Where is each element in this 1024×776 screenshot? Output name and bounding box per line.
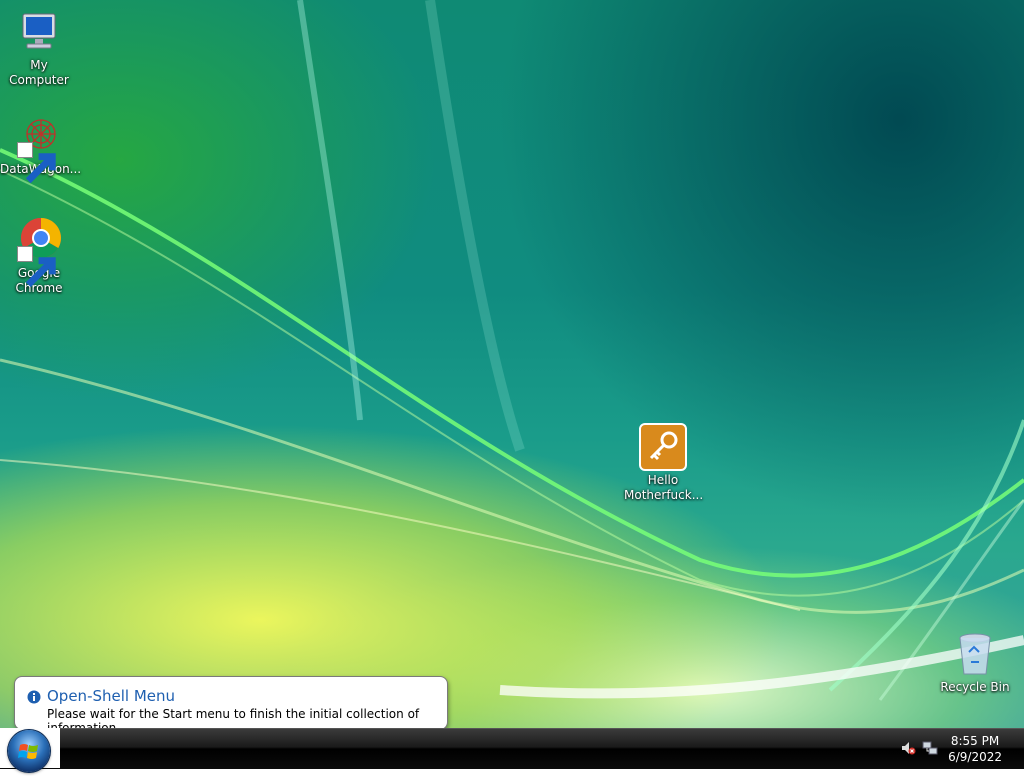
- desktop-icon-google-chrome[interactable]: Google Chrome: [0, 216, 78, 296]
- start-button[interactable]: [0, 728, 60, 772]
- volume-muted-icon[interactable]: [900, 740, 916, 756]
- clock[interactable]: 8:55 PM 6/9/2022: [948, 733, 1002, 765]
- datawagon-icon: [15, 112, 63, 184]
- recycle-bin-icon: [951, 630, 999, 678]
- network-icon[interactable]: [922, 740, 938, 756]
- taskbar: [0, 728, 1024, 769]
- notification-balloon[interactable]: Open-Shell Menu Please wait for the Star…: [14, 676, 448, 735]
- notification-title: Open-Shell Menu: [47, 687, 176, 705]
- clock-time: 8:55 PM: [950, 734, 1000, 748]
- key-icon: [639, 423, 687, 471]
- desktop-icon-datawagon[interactable]: DataWagon...: [0, 112, 81, 184]
- desktop-icon-label: My Computer: [9, 58, 69, 87]
- shortcut-arrow-icon: [17, 246, 56, 288]
- clock-date: 6/9/2022: [948, 750, 1002, 764]
- desktop-icon-label: Recycle Bin: [940, 680, 1010, 694]
- info-icon: [27, 689, 41, 704]
- desktop-icon-my-computer[interactable]: My Computer: [0, 8, 78, 88]
- chrome-icon: [15, 216, 63, 288]
- desktop-icon-hello-file[interactable]: Hello Motherfuck...: [624, 423, 704, 503]
- desktop-icon-recycle-bin[interactable]: Recycle Bin: [936, 630, 1014, 695]
- shortcut-arrow-icon: [17, 142, 56, 184]
- system-tray: 8:55 PM 6/9/2022: [884, 728, 1024, 768]
- desktop-background: My Computer DataWagon... Google Chrome H…: [0, 0, 1024, 728]
- my-computer-icon: [15, 8, 63, 56]
- wallpaper-waves: [0, 0, 1024, 701]
- windows-orb-icon: [8, 730, 50, 772]
- desktop-icon-label: Hello Motherfuck...: [624, 473, 704, 502]
